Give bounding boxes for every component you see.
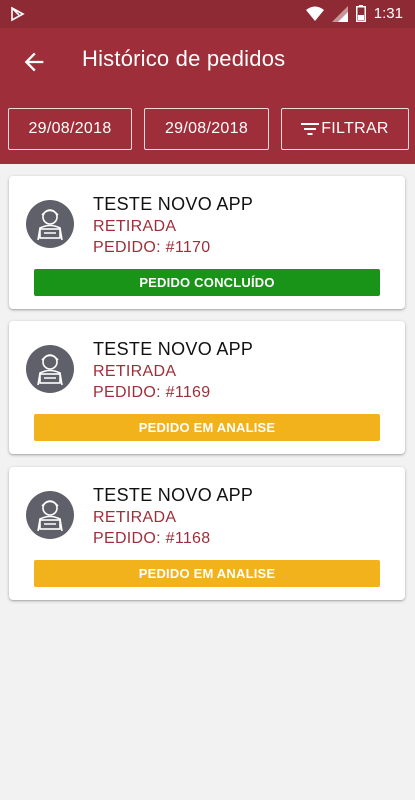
status-badge: PEDIDO EM ANALISE (34, 414, 380, 441)
order-customer-name: TESTE NOVO APP (93, 339, 254, 359)
order-type: RETIRADA (93, 363, 177, 380)
app-bar: Histórico de pedidos (0, 28, 415, 94)
battery-icon (355, 5, 366, 22)
status-time: 1:31 (373, 5, 403, 22)
order-number: PEDIDO: #1169 (93, 384, 211, 401)
delivery-person-icon (26, 491, 74, 539)
filter-label: FILTRAR (321, 120, 389, 137)
delivery-person-icon (26, 345, 74, 393)
filter-button[interactable]: FILTRAR (281, 108, 409, 150)
signal-icon (331, 5, 348, 22)
delivery-person-icon (26, 200, 74, 248)
page-title: Histórico de pedidos (82, 46, 286, 71)
order-number: PEDIDO: #1170 (93, 239, 211, 256)
date-from-label: 29/08/2018 (28, 120, 112, 137)
order-card[interactable]: TESTE NOVO APP RETIRADA PEDIDO: #1170 PE… (9, 176, 405, 309)
order-type: RETIRADA (93, 218, 177, 235)
order-card[interactable]: TESTE NOVO APP RETIRADA PEDIDO: #1169 PE… (9, 321, 405, 454)
date-from-button[interactable]: 29/08/2018 (8, 108, 132, 150)
order-customer-name: TESTE NOVO APP (93, 485, 254, 505)
date-to-label: 29/08/2018 (164, 120, 249, 137)
date-to-button[interactable]: 29/08/2018 (144, 108, 269, 150)
status-bar: 1:31 (0, 0, 415, 28)
play-store-icon (11, 6, 25, 22)
order-type: RETIRADA (93, 509, 177, 526)
filter-icon (301, 123, 320, 135)
filter-bar: 29/08/2018 29/08/2018 FILTRAR (0, 94, 415, 164)
order-customer-name: TESTE NOVO APP (93, 194, 254, 214)
status-badge: PEDIDO EM ANALISE (34, 560, 380, 587)
status-badge: PEDIDO CONCLUÍDO (34, 269, 380, 296)
wifi-icon (305, 6, 324, 21)
order-card[interactable]: TESTE NOVO APP RETIRADA PEDIDO: #1168 PE… (9, 467, 405, 600)
order-number: PEDIDO: #1168 (93, 530, 211, 547)
back-arrow-icon[interactable] (20, 48, 48, 76)
